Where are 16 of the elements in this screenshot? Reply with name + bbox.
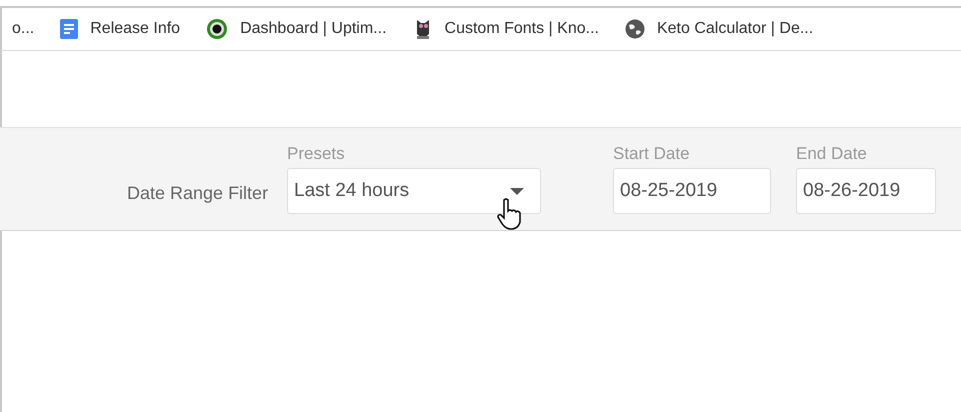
bookmark-link[interactable]: o... [12,20,34,38]
document-icon [60,19,78,39]
bookmark-link[interactable]: Dashboard | Uptim... [240,20,387,38]
ring-icon [206,18,228,40]
field-label: End Date [796,144,868,164]
filter-label: Date Range Filter [127,183,270,204]
date-field[interactable]: 08-26-2019 [796,168,936,214]
bookmark-link[interactable]: Release Info [90,20,180,38]
bookmark-link[interactable]: Custom Fonts | Kno... [444,20,599,38]
date-field[interactable]: 08-25-2019 [613,168,771,214]
globe-icon [624,19,645,39]
bookmark-link[interactable]: Keto Calculator | De... [656,20,814,38]
field-label: Presets [287,144,346,164]
caret-icon [510,188,524,194]
presets-dropdown[interactable]: Last 24 hours [287,168,541,214]
field-label: Start Date [613,144,691,164]
